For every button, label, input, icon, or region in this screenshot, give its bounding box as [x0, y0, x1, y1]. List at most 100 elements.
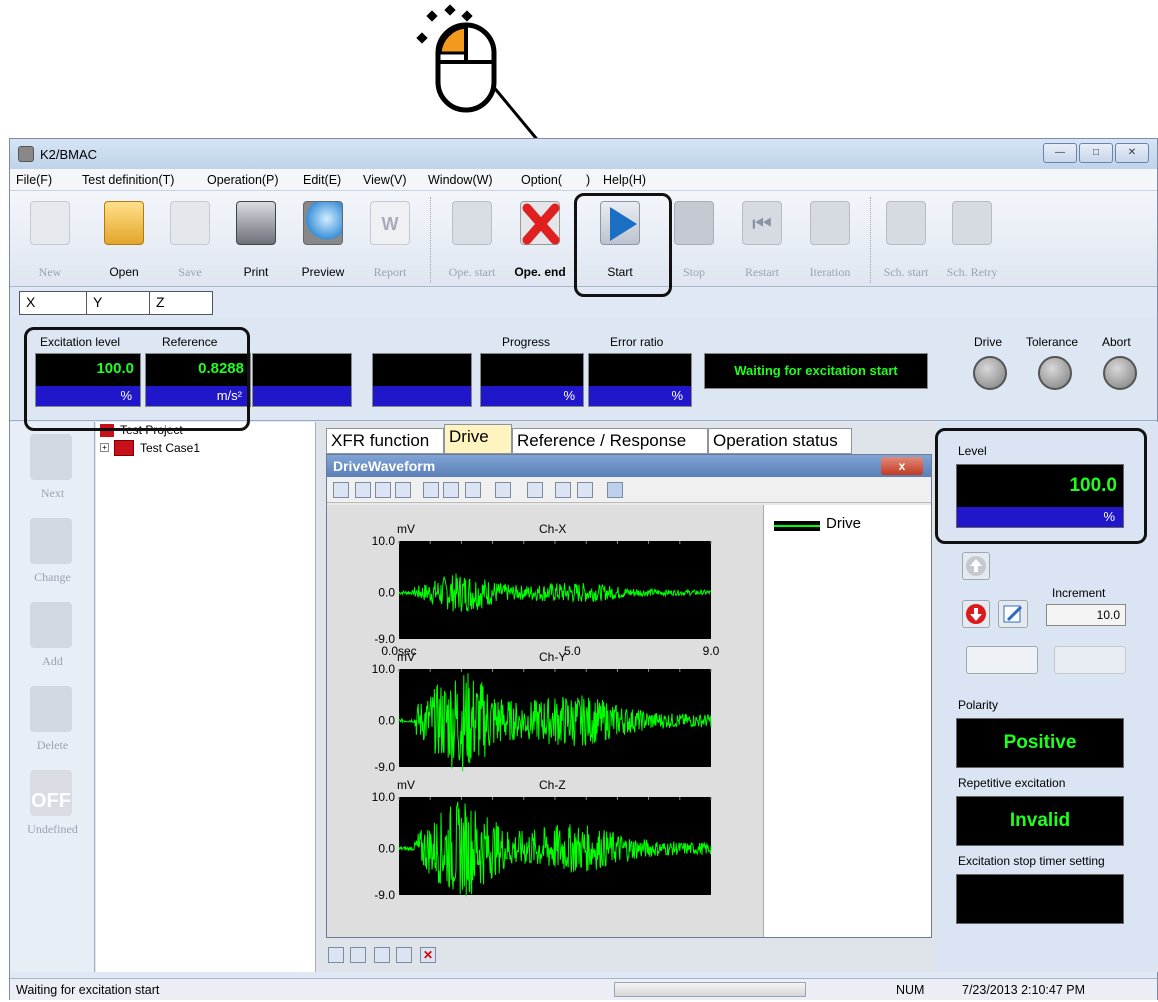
maximize-button[interactable]: □ [1079, 143, 1113, 163]
folder-icon [104, 201, 144, 245]
sch-start-button[interactable]: Sch. start [876, 195, 936, 287]
options-icon[interactable] [527, 482, 543, 498]
tab-xfr-function[interactable]: XFR function [326, 428, 444, 454]
window-title: K2/BMAC [40, 147, 98, 162]
tab-drive[interactable]: Drive [444, 424, 512, 454]
sch-retry-icon [952, 201, 992, 245]
level-up-button[interactable] [962, 552, 990, 580]
plot-background [399, 541, 711, 639]
title-bar: K2/BMAC — □ ✕ [10, 139, 1157, 169]
pencil-icon [30, 518, 72, 564]
report-button[interactable]: W Report [360, 195, 420, 287]
expand-icon[interactable]: + [100, 443, 109, 452]
tab-x[interactable]: X [19, 291, 87, 315]
restart-button[interactable]: ⏮ Restart [732, 195, 792, 287]
add-button[interactable]: Add [10, 598, 95, 678]
delete-window-icon[interactable]: ✕ [420, 947, 436, 963]
tab-operation-status[interactable]: Operation status [708, 428, 852, 454]
tolerance-lamp-label: Tolerance [1026, 335, 1079, 349]
drive-waveform-close-button[interactable]: x [881, 457, 923, 475]
save-button[interactable]: Save [160, 195, 220, 287]
error-ratio-label: Error ratio [610, 335, 664, 349]
tab-y[interactable]: Y [86, 291, 150, 315]
project-tree: Test Project + Test Case1 [96, 422, 316, 972]
polarity-label: Polarity [958, 698, 999, 712]
x-icon [30, 686, 72, 732]
status-datetime: 7/23/2013 2:10:47 PM [962, 983, 1086, 997]
level-highlight [935, 428, 1147, 544]
y-unit-label: mV [397, 522, 415, 536]
menu-view[interactable]: View(V) [363, 173, 407, 187]
chart-title: Ch-X [539, 522, 566, 536]
menu-file[interactable]: File(F) [16, 173, 52, 187]
menu-edit[interactable]: Edit(E) [303, 173, 341, 187]
open-button[interactable]: Open [94, 195, 154, 287]
repetitive-excitation-label: Repetitive excitation [958, 776, 1066, 790]
print-button[interactable]: Print [226, 195, 286, 287]
split-horizontal-icon[interactable] [328, 947, 344, 963]
close-button[interactable]: ✕ [1115, 143, 1149, 163]
zoom-x-icon[interactable] [333, 482, 349, 498]
ope-start-button[interactable]: Ope. start [442, 195, 502, 287]
undefined-button[interactable]: OFF Undefined [10, 766, 95, 846]
blank-display-1 [252, 353, 352, 407]
iteration-icon [810, 201, 850, 245]
menu-option[interactable]: Option( [521, 173, 562, 187]
stop-button[interactable]: Stop [664, 195, 724, 287]
error-ratio-display: % [588, 353, 692, 407]
increment-label: Increment [1052, 586, 1106, 600]
new-button[interactable]: New [20, 195, 80, 287]
iteration-button[interactable]: Iteration [800, 195, 860, 287]
sch-start-icon [886, 201, 926, 245]
ope-end-button[interactable]: Ope. end [510, 195, 570, 287]
waveform-send-button[interactable] [966, 646, 1038, 674]
test-case-icon [114, 440, 134, 456]
change-button[interactable]: Change [10, 514, 95, 594]
menu-bar: File(F) Test definition(T) Operation(P) … [10, 169, 1157, 191]
progress-label: Progress [502, 335, 551, 349]
next-button[interactable]: Next [10, 430, 95, 510]
level-down-button[interactable] [962, 600, 990, 628]
status-bar: Waiting for excitation start NUM 7/23/20… [10, 978, 1157, 1000]
legend-area: Drive [763, 505, 931, 937]
menu-option-suffix: ) [586, 173, 591, 187]
status-message: Waiting for excitation start [16, 983, 160, 997]
menu-operation[interactable]: Operation(P) [207, 173, 279, 187]
card-button[interactable] [1054, 646, 1126, 674]
tolerance-lamp [1038, 356, 1072, 390]
scale-down-icon[interactable] [395, 482, 411, 498]
export-icon[interactable] [555, 482, 571, 498]
menu-help[interactable]: Help(H) [603, 173, 646, 187]
y-unit-label: mV [397, 650, 415, 664]
tree-test-case[interactable]: Test Case1 [140, 441, 200, 455]
add-window-icon[interactable] [374, 947, 390, 963]
tab-z[interactable]: Z [149, 291, 213, 315]
preview-button[interactable]: Preview [293, 195, 353, 287]
menu-test-definition[interactable]: Test definition(T) [82, 173, 174, 187]
tab-reference-response[interactable]: Reference / Response [512, 428, 708, 454]
y-tick-label: 10.0 [372, 790, 396, 804]
zoom-y-icon[interactable] [355, 482, 371, 498]
zoom-icon[interactable] [423, 482, 439, 498]
excel-icon[interactable] [577, 482, 593, 498]
x-tick-label: 5.0 [564, 644, 581, 658]
start-highlight [574, 193, 672, 297]
increment-input[interactable]: 10.0 [1046, 604, 1126, 626]
stop-timer-label: Excitation stop timer setting [958, 854, 1105, 868]
scale-up-icon[interactable] [375, 482, 391, 498]
edit-level-button[interactable] [998, 600, 1028, 628]
paste-window-icon[interactable] [396, 947, 412, 963]
properties-icon[interactable] [443, 482, 459, 498]
settings-icon[interactable] [495, 482, 511, 498]
menu-window[interactable]: Window(W) [428, 173, 493, 187]
num-lock-indicator: NUM [896, 983, 925, 997]
split-vertical-icon[interactable] [350, 947, 366, 963]
y-tick-label: 10.0 [372, 662, 396, 676]
minimize-button[interactable]: — [1043, 143, 1077, 163]
save-icon [170, 201, 210, 245]
undo-icon[interactable] [465, 482, 481, 498]
layout-icon[interactable] [607, 482, 623, 498]
sch-retry-button[interactable]: Sch. Retry [942, 195, 1002, 287]
blank-display-2 [372, 353, 472, 407]
delete-button[interactable]: Delete [10, 682, 95, 762]
